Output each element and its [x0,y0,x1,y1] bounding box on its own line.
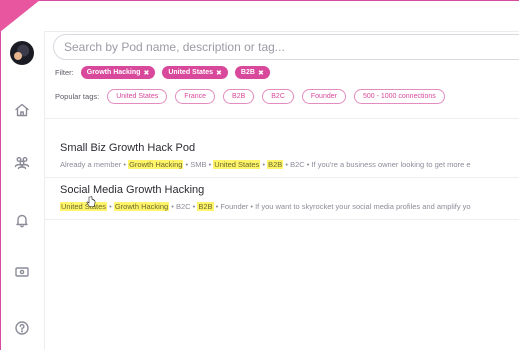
results-divider [44,118,519,119]
result-meta: United States • Growth Hacking • B2C • B… [60,202,519,211]
home-icon[interactable] [13,101,31,119]
tag-500-1000-connections[interactable]: 500 - 1000 connections [353,89,445,104]
highlighted-tag: United States [213,160,261,169]
close-icon[interactable]: ✖ [258,69,264,77]
result-title: Social Media Growth Hacking [60,184,205,196]
result-item-1[interactable]: Social Media Growth Hacking United State… [60,184,519,211]
window-top-border [0,0,519,1]
result-divider [44,219,519,220]
result-divider [44,177,519,178]
sidebar [0,32,45,350]
meta-text: • Founder • If you want to skyrocket you… [213,202,471,211]
filter-chip-label: United States [168,69,214,76]
header-divider [44,31,519,32]
result-item-0[interactable]: Small Biz Growth Hack Pod Already a memb… [60,142,519,169]
meta-text: • B2C • [169,202,198,211]
brand-corner [0,0,40,32]
meta-text: Already a member • [60,160,129,169]
filter-chip-label: Growth Hacking [86,69,141,76]
help-icon[interactable] [13,319,31,337]
highlighted-tag: B2B [197,202,214,211]
tag-founder[interactable]: Founder [301,89,346,104]
meta-text: • SMB • [183,160,214,169]
tag-b2b[interactable]: B2B [223,89,255,104]
highlighted-tag: United States [60,202,108,211]
highlighted-tag: Growth Hacking [113,202,170,211]
meta-text: • [107,202,114,211]
close-icon[interactable]: ✖ [143,69,149,77]
filter-chip-united-states[interactable]: United States ✖ [162,66,228,79]
close-icon[interactable]: ✖ [216,69,222,77]
community-icon[interactable] [13,153,31,171]
avatar[interactable] [10,41,34,65]
tag-b2c[interactable]: B2C [262,89,294,104]
highlighted-tag: Growth Hacking [128,160,184,169]
search-input[interactable] [53,34,519,60]
popular-tags-row: Popular tags: United States France B2B B… [55,89,445,104]
bell-icon[interactable] [13,211,31,229]
result-title: Small Biz Growth Hack Pod [60,142,196,154]
filter-chip-b2b[interactable]: B2B ✖ [234,66,270,79]
result-meta: Already a member • Growth Hacking • SMB … [60,160,519,169]
filter-row: Filter: Growth Hacking ✖ United States ✖ B… [55,66,270,79]
highlighted-tag: B2B [267,160,284,169]
filter-label: Filter: [55,68,74,77]
filter-chip-growth-hacking[interactable]: Growth Hacking ✖ [80,66,156,79]
meta-text: • B2C • If you're a business owner looki… [283,160,471,169]
tag-united-states[interactable]: United States [107,89,168,104]
tag-france[interactable]: France [175,89,216,104]
hand-cursor-icon [86,196,96,207]
filter-chip-label: B2B [240,69,255,76]
card-icon[interactable] [13,263,31,281]
popular-tags-label: Popular tags: [55,92,100,101]
